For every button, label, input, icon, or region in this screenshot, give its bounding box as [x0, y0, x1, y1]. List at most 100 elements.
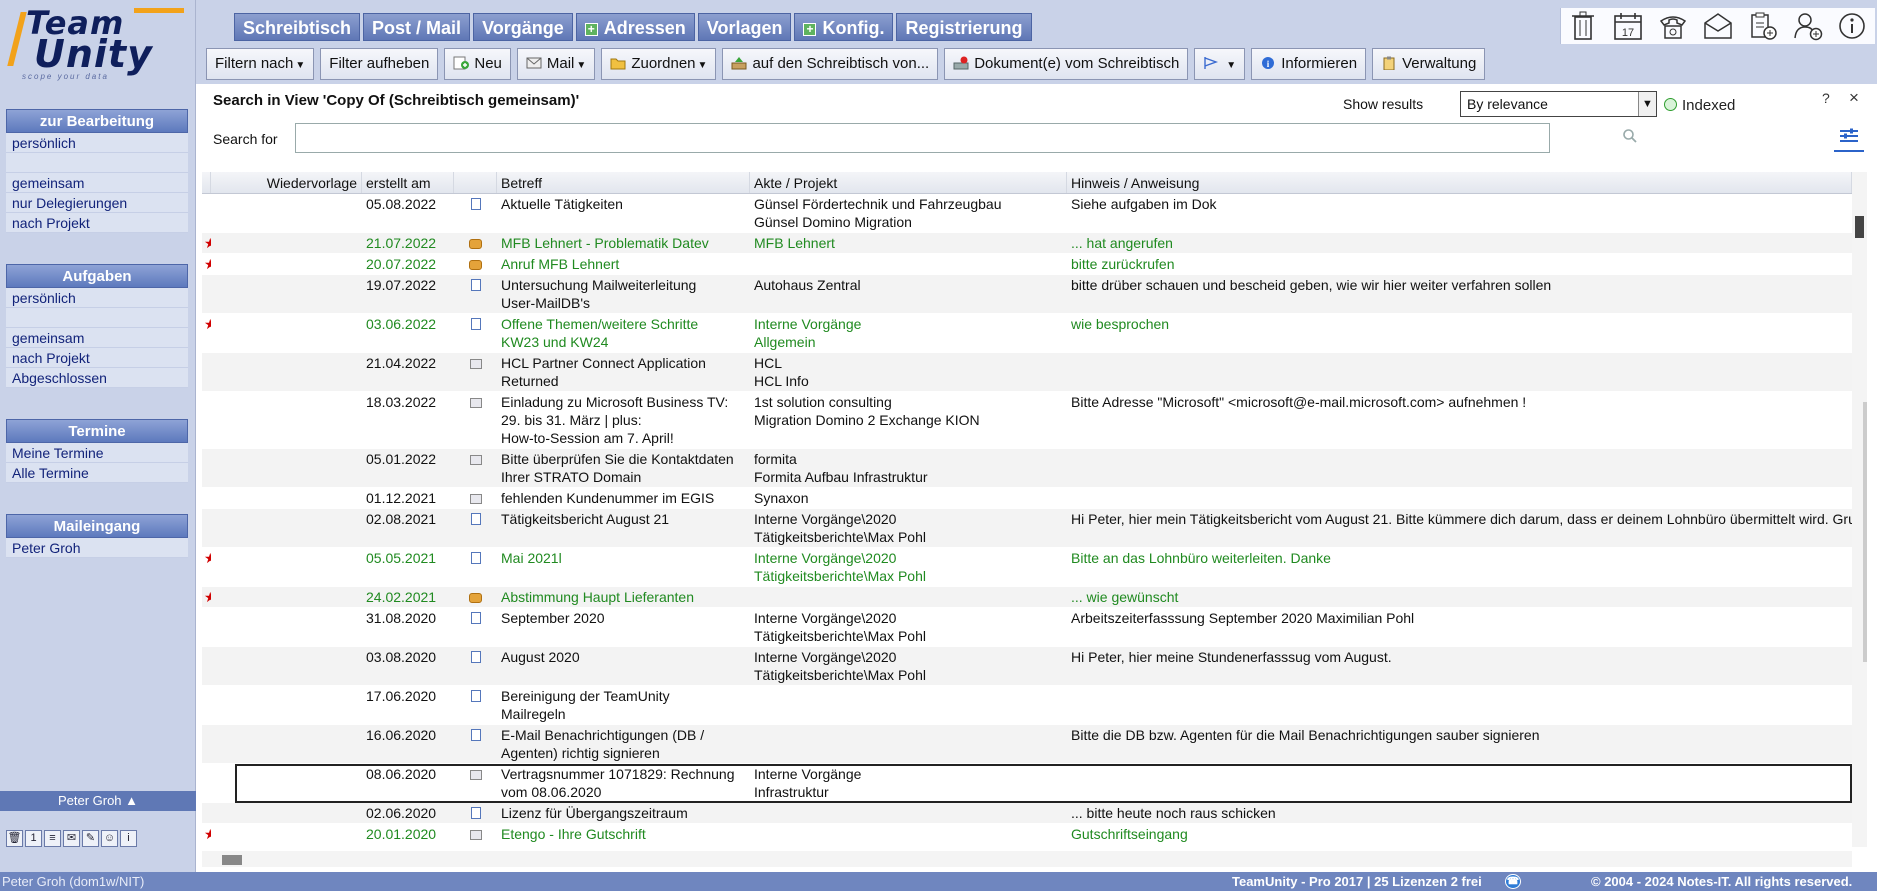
table-row[interactable]: 16.06.2020 E-Mail Benachrichtigungen (DB … [202, 725, 1852, 764]
nav-item-aufgaben-persoenlich[interactable]: persönlich [6, 288, 188, 308]
table-row[interactable]: 31.08.2020 September 2020 Interne Vorgänge… [202, 608, 1852, 647]
new-button[interactable]: Neu [444, 48, 511, 80]
table-row[interactable]: 05.08.2022 Aktuelle Tätigkeiten Günsel För… [202, 194, 1852, 233]
close-search-button[interactable]: × [1849, 88, 1859, 108]
tab-vorgaenge[interactable]: Vorgänge [473, 13, 573, 41]
user-icon[interactable]: ☺ [101, 830, 118, 847]
table-row[interactable]: 02.08.2021 Tätigkeitsbericht August 21 Int… [202, 509, 1852, 548]
admin-button[interactable]: Verwaltung [1372, 48, 1486, 80]
nav-item-aufgaben-projekt[interactable]: nach Projekt [6, 348, 188, 368]
nav-item-bearbeitung-gemeinsam[interactable]: gemeinsam [6, 173, 188, 193]
nav-item-meine-termine[interactable]: Meine Termine [6, 443, 188, 463]
tab-vorlagen[interactable]: Vorlagen [697, 13, 792, 41]
result-sort-select[interactable]: By relevance ▼ [1460, 91, 1657, 117]
calendar-icon[interactable]: 1 [25, 830, 42, 847]
column-header-erstellt[interactable]: erstellt am [362, 172, 454, 193]
top-action-icons: 17 [1560, 8, 1875, 44]
column-header-wiedervorlage[interactable]: Wiedervorlage [211, 172, 362, 193]
flag-button[interactable]: ▼ [1194, 48, 1246, 80]
table-row[interactable]: 21.04.2022 HCL Partner Connect Applicatio… [202, 353, 1852, 392]
nav-item-aufgaben-gemeinsam[interactable]: gemeinsam [6, 328, 188, 348]
nav-item-mailbox-peter-groh[interactable]: Peter Groh [6, 538, 188, 558]
filter-button[interactable]: Filtern nach ▼ [206, 48, 315, 80]
mail-icon[interactable]: ✉ [63, 830, 80, 847]
tab-registrierung[interactable]: Registrierung [896, 13, 1032, 41]
table-row[interactable]: ★ 05.05.2021 Mai 2021l Interne Vorgänge\20… [202, 548, 1852, 587]
scrollbar-thumb[interactable] [222, 855, 242, 865]
table-row[interactable]: ★ 20.07.2022 Anruf MFB Lehnert bitte zurück… [202, 254, 1852, 275]
table-row[interactable]: 19.07.2022 Untersuchung Mailweiterleitung… [202, 275, 1852, 314]
edit-icon[interactable]: ✎ [82, 830, 99, 847]
document-icon [470, 552, 481, 564]
tab-label: Vorgänge [482, 18, 564, 38]
cell-created-date: 20.01.2020 [366, 826, 437, 842]
table-row[interactable]: 02.06.2020 Lizenz für Übergangszeitraum..… [202, 803, 1852, 824]
tab-konfig[interactable]: + Konfig. [794, 13, 894, 41]
table-row[interactable]: 17.06.2020 Bereinigung der TeamUnity Mail… [202, 686, 1852, 725]
tab-adressen[interactable]: + Adressen [575, 13, 695, 41]
table-row[interactable]: ★ 03.06.2022 Offene Themen/weitere Schritt… [202, 314, 1852, 353]
priority-star-icon [202, 509, 211, 547]
nav-item-alle-termine[interactable]: Alle Termine [6, 463, 188, 483]
cell-subject: Einladung zu Microsoft Business TV: 29. … [501, 394, 729, 446]
status-dot-icon [1664, 98, 1677, 111]
tab-schreibtisch[interactable]: Schreibtisch [234, 13, 361, 41]
priority-star-icon [202, 725, 211, 763]
calendar-icon[interactable]: 17 [1613, 11, 1643, 41]
nav-header-termine[interactable]: Termine [6, 419, 188, 443]
mail-envelope-icon[interactable] [1703, 11, 1733, 41]
column-header-akte[interactable]: Akte / Projekt [750, 172, 1067, 193]
search-icon[interactable] [1622, 128, 1640, 146]
user-menu-toggle[interactable]: Peter Groh ▲ [0, 791, 196, 811]
info-icon[interactable]: i [120, 830, 137, 847]
nav-item-bearbeitung-persoenlich[interactable]: persönlich [6, 133, 188, 153]
table-row[interactable]: ★ 21.07.2022 MFB Lehnert - Problematik Dat… [202, 233, 1852, 254]
info-icon[interactable] [1837, 11, 1867, 41]
table-row[interactable]: 08.06.2020 Vertragsnummer 1071829: Rechnu… [235, 764, 1852, 803]
table-row[interactable]: ★ 20.01.2020 Etengo - Ihre Gutschrift Gutsc… [202, 824, 1852, 845]
info-icon: i [1262, 57, 1275, 69]
dropdown-caret-icon: ▼ [697, 60, 708, 71]
cell-hint: Arbeitszeiterfasssung September 2020 Max… [1071, 610, 1415, 626]
scrollbar-thumb[interactable] [1855, 216, 1864, 238]
column-header-betreff[interactable]: Betreff [497, 172, 750, 193]
nav-item-bearbeitung-delegierungen[interactable]: nur Delegierungen [6, 193, 188, 213]
clear-filter-label: Filter aufheben [329, 55, 430, 72]
table-row[interactable]: 05.01.2022 Bitte überprüfen Sie die Konta… [202, 449, 1852, 488]
mail-button[interactable]: Mail ▼ [516, 48, 596, 80]
priority-star-icon: ★ [204, 550, 211, 566]
nav-header-maileingang[interactable]: Maileingang [6, 514, 188, 538]
nav-header-bearbeitung[interactable]: zur Bearbeitung [6, 109, 188, 133]
phone-icon[interactable] [1658, 11, 1688, 41]
help-button[interactable]: ? [1822, 90, 1830, 106]
from-desk-button[interactable]: Dokument(e) vom Schreibtisch [944, 48, 1189, 80]
horizontal-scrollbar[interactable] [202, 851, 1852, 867]
notes-icon[interactable]: ≡ [44, 830, 61, 847]
trash-icon[interactable]: 🗑 [6, 830, 23, 847]
search-input[interactable] [295, 123, 1550, 153]
cell-akte: Autohaus Zentral [754, 277, 861, 293]
table-row[interactable]: 18.03.2022 Einladung zu Microsoft Busines… [202, 392, 1852, 449]
cell-wiedervorlage [211, 254, 362, 274]
table-row[interactable]: ★ 24.02.2021 Abstimmung Haupt Lieferanten.… [202, 587, 1852, 608]
vertical-scrollbar[interactable] [1852, 172, 1867, 847]
table-row[interactable]: 03.08.2020 August 2020 Interne Vorgänge\20… [202, 647, 1852, 686]
trash-icon[interactable] [1568, 11, 1598, 41]
search-options-icon[interactable] [1834, 126, 1864, 152]
cell-created-date: 05.01.2022 [366, 451, 437, 467]
table-row[interactable]: 01.12.2021 fehlenden Kundenummer im EGIS S… [202, 488, 1852, 509]
tab-post-mail[interactable]: Post / Mail [363, 13, 471, 41]
nav-header-aufgaben[interactable]: Aufgaben [6, 264, 188, 288]
assign-button[interactable]: Zuordnen ▼ [601, 48, 717, 80]
column-header-hinweis[interactable]: Hinweis / Anweisung [1067, 172, 1852, 193]
teamunity-logo[interactable]: Team Unity scope your data [7, 4, 184, 81]
user-add-icon[interactable] [1793, 11, 1823, 41]
nav-item-aufgaben-abgeschlossen[interactable]: Abgeschlossen [6, 368, 188, 388]
inform-button[interactable]: i Informieren [1251, 48, 1367, 80]
clipboard-add-icon[interactable] [1748, 11, 1778, 41]
nav-item-bearbeitung-projekt[interactable]: nach Projekt [6, 213, 188, 233]
to-desk-button[interactable]: auf den Schreibtisch von... [722, 48, 939, 80]
phone-icon[interactable]: ☎ [1505, 874, 1521, 889]
clear-filter-button[interactable]: Filter aufheben [320, 48, 439, 80]
cell-hint: Bitte die DB bzw. Agenten für die Mail B… [1071, 727, 1540, 743]
